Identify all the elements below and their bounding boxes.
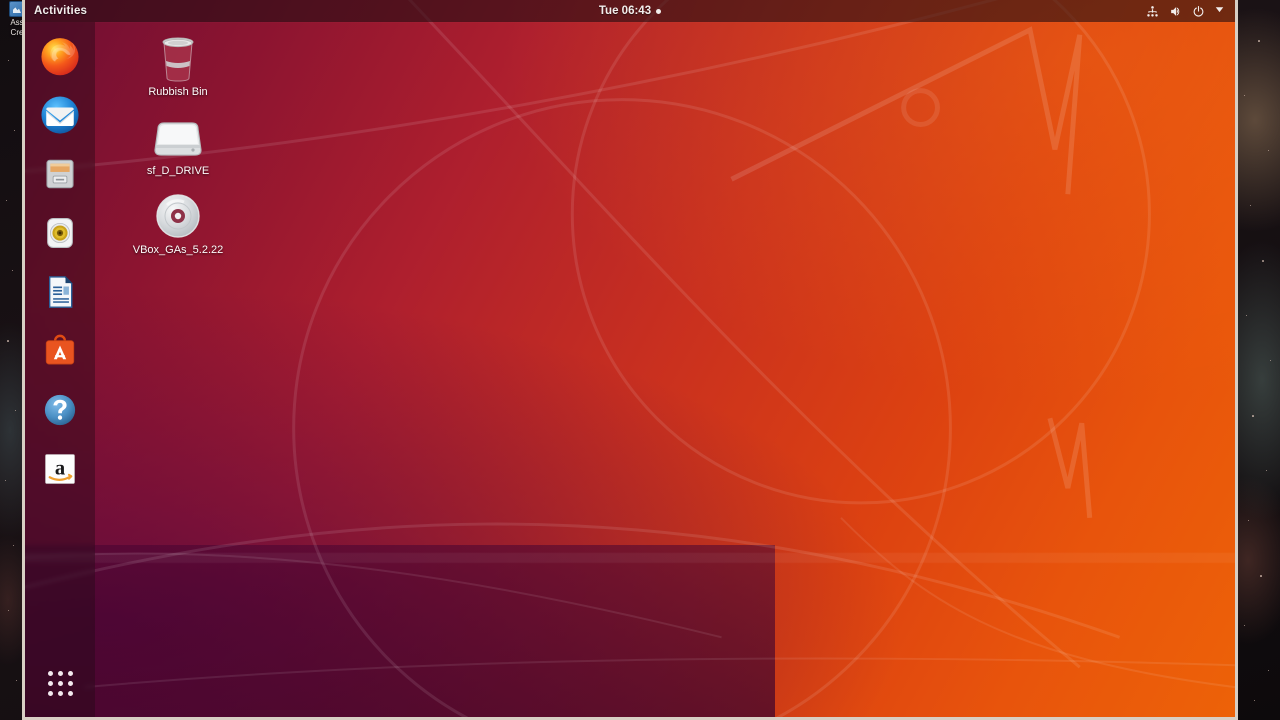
libreoffice-writer-icon xyxy=(49,276,73,308)
desktop-icon-sf-d-drive[interactable]: sf_D_DRIVE xyxy=(103,105,253,178)
desktop-icon-label: VBox_GAs_5.2.22 xyxy=(132,244,224,256)
cdrom-icon xyxy=(154,188,202,240)
network-icon[interactable] xyxy=(1146,5,1159,18)
dock: a xyxy=(25,22,95,717)
top-bar: Activities Tue 06:43 xyxy=(25,0,1235,22)
dock-item-help[interactable] xyxy=(36,386,84,434)
rhythmbox-icon xyxy=(47,218,73,248)
thunderbird-icon xyxy=(41,96,79,134)
amazon-icon: a xyxy=(45,454,75,484)
desktop-icon-rubbish-bin[interactable]: Rubbish Bin xyxy=(103,26,253,99)
firefox-icon xyxy=(41,38,79,76)
clock-label: Tue 06:43 xyxy=(598,5,652,17)
system-indicators xyxy=(1146,0,1228,22)
show-applications-grid-icon xyxy=(47,670,73,696)
desktop-icon-label: Rubbish Bin xyxy=(148,86,208,98)
dock-item-amazon[interactable]: a xyxy=(36,445,84,493)
activities-button[interactable]: Activities xyxy=(25,0,96,22)
dock-item-libreoffice-writer[interactable] xyxy=(36,268,84,316)
ubuntu-software-icon xyxy=(45,334,75,365)
volume-icon[interactable] xyxy=(1169,5,1182,18)
ubuntu-desktop: Activities Tue 06:43 a Rubbish Bin sf_D_… xyxy=(25,0,1235,717)
svg-text:a: a xyxy=(55,458,65,480)
trash-icon xyxy=(155,30,201,82)
clock-area[interactable]: Tue 06:43 xyxy=(25,0,1235,22)
dock-item-firefox[interactable] xyxy=(36,32,84,80)
show-applications-button[interactable] xyxy=(38,661,82,705)
help-icon xyxy=(44,394,76,426)
dock-item-thunderbird[interactable] xyxy=(36,91,84,139)
dock-item-rhythmbox[interactable] xyxy=(36,209,84,257)
dock-item-ubuntu-software[interactable] xyxy=(36,327,84,375)
power-icon[interactable] xyxy=(1192,5,1205,18)
virtual-machine-window: Activities Tue 06:43 a Rubbish Bin sf_D_… xyxy=(22,0,1238,720)
desktop-icon-vbox-guest-additions[interactable]: VBox_GAs_5.2.22 xyxy=(103,184,253,257)
notification-dot-icon xyxy=(656,8,662,14)
desktop-icon-label: sf_D_DRIVE xyxy=(146,165,210,177)
drive-icon xyxy=(150,109,206,161)
files-icon xyxy=(46,159,74,189)
chevron-down-icon[interactable] xyxy=(1215,5,1228,18)
dock-item-files[interactable] xyxy=(36,150,84,198)
desktop-icons: Rubbish Bin sf_D_DRIVE VBox_GAs_5.2.22 xyxy=(103,26,253,263)
